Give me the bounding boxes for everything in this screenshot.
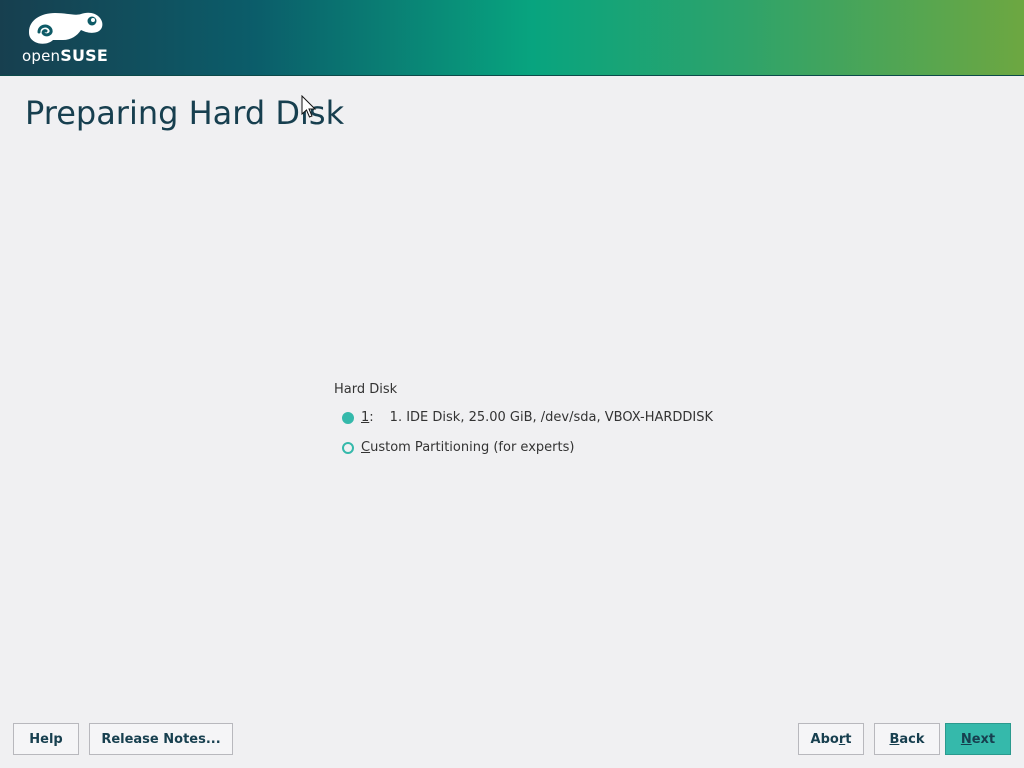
chameleon-icon: [29, 12, 103, 44]
hard-disk-group: Hard Disk 1: 1. IDE Disk, 25.00 GiB, /de…: [334, 382, 713, 455]
release-notes-button[interactable]: Release Notes...: [89, 723, 233, 755]
radio-unselected-icon[interactable]: [342, 441, 354, 454]
logo-text: openSUSE: [22, 46, 109, 65]
disk-option-label: 1. IDE Disk, 25.00 GiB, /dev/sda, VBOX-H…: [389, 410, 714, 425]
radio-selected-icon[interactable]: [342, 411, 354, 424]
hard-disk-group-label: Hard Disk: [334, 382, 398, 397]
page-title: Preparing Hard Disk: [25, 94, 345, 132]
help-button[interactable]: Help: [13, 723, 79, 755]
disk-option-sda[interactable]: 1: 1. IDE Disk, 25.00 GiB, /dev/sda, VBO…: [342, 410, 713, 425]
header-banner: openSUSE: [0, 0, 1024, 76]
custom-partitioning-shortcut: C: [361, 440, 371, 455]
custom-partitioning-option[interactable]: Custom Partitioning (for experts): [342, 440, 574, 455]
next-button[interactable]: Next: [945, 723, 1011, 755]
opensuse-logo: openSUSE: [22, 10, 112, 66]
custom-partitioning-label: ustom Partitioning (for experts): [370, 440, 575, 455]
back-button[interactable]: Back: [874, 723, 940, 755]
mouse-cursor-icon: [301, 95, 317, 118]
disk-option-shortcut: 1: [361, 410, 370, 425]
abort-button[interactable]: Abo r t: [798, 723, 864, 755]
